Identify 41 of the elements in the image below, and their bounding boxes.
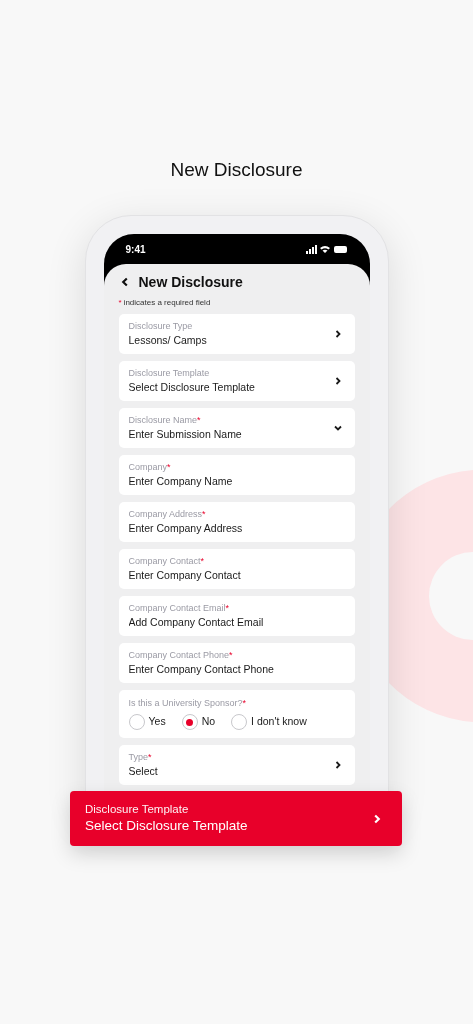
- required-mark: *: [148, 752, 152, 763]
- page-title: New Disclosure: [170, 158, 303, 182]
- required-mark: *: [118, 297, 122, 309]
- field-value: Lessons/ Camps: [128, 334, 208, 347]
- field-label: Disclosure Type: [128, 321, 193, 332]
- select-field[interactable]: Disclosure Type Lessons/ Camps: [118, 314, 355, 354]
- field-label: Type: [128, 752, 148, 763]
- required-mark: *: [200, 556, 205, 567]
- required-mark: *: [197, 415, 201, 426]
- select-field[interactable]: Disclosure Template Select Disclosure Template: [118, 361, 355, 401]
- text-field[interactable]: Company Contact Phone* Enter Company Contact Phone: [118, 643, 355, 683]
- text-field[interactable]: Company* Enter Company Name: [118, 455, 355, 495]
- required-mark: *: [202, 509, 206, 520]
- field-label: Is this a University Sponsor?: [128, 698, 243, 709]
- dropdown-field[interactable]: Disclosure Name* Enter Submission Name: [118, 408, 355, 448]
- field-label: Disclosure Template: [128, 368, 210, 379]
- template-callout-button[interactable]: Disclosure Template Select Disclosure Template: [70, 791, 402, 846]
- input-field[interactable]: Enter Company Name: [128, 475, 345, 488]
- field-value: Enter Submission Name: [128, 428, 243, 441]
- required-mark: *: [167, 462, 171, 473]
- field-value: Select Disclosure Template: [128, 381, 256, 394]
- text-field[interactable]: Company Contact* Enter Company Contact: [118, 549, 355, 589]
- radio-option[interactable]: Yes: [128, 714, 166, 730]
- radio-option[interactable]: I don't know: [231, 714, 307, 730]
- input-field[interactable]: Add Company Contact Email: [128, 616, 345, 629]
- required-mark: *: [242, 698, 247, 709]
- required-mark: *: [225, 603, 230, 614]
- input-field[interactable]: Enter Company Contact Phone: [128, 663, 345, 676]
- field-label: Company Contact: [128, 556, 201, 567]
- input-field[interactable]: Enter Company Address: [128, 522, 345, 535]
- select-field[interactable]: Type* Select: [118, 745, 355, 785]
- text-field[interactable]: Company Address* Enter Company Address: [118, 502, 355, 542]
- text-field[interactable]: Company Contact Email* Add Company Contact Email: [118, 596, 355, 636]
- radio-option[interactable]: No: [181, 714, 216, 730]
- required-mark: *: [229, 650, 233, 661]
- screen-title: New Disclosure: [138, 272, 243, 292]
- field-value: Select: [128, 765, 159, 778]
- required-note: indicates a required field: [123, 297, 211, 309]
- input-field[interactable]: Enter Company Contact: [128, 569, 345, 582]
- status-time: 9:41: [125, 242, 146, 257]
- field-label: Company Contact Email: [128, 603, 226, 614]
